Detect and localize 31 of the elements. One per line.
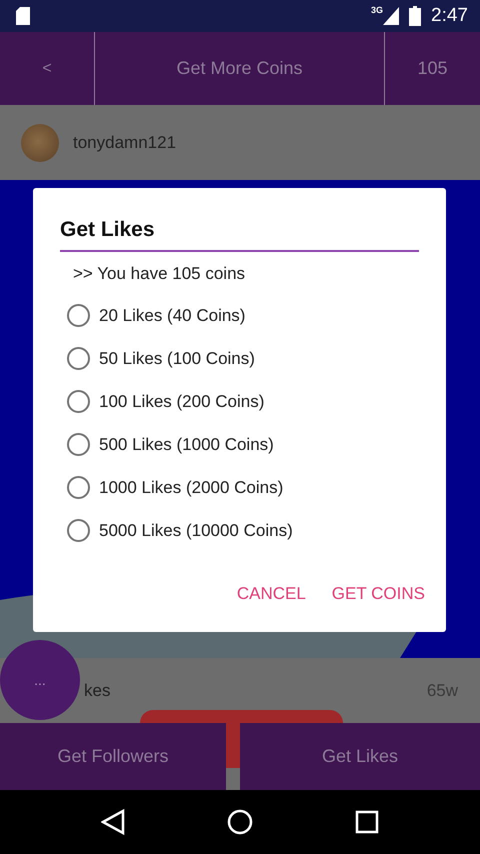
likes-option[interactable]: 20 Likes (40 Coins) [60, 294, 419, 337]
likes-option[interactable]: 5000 Likes (10000 Coins) [60, 509, 419, 552]
screen-title: Get More Coins [176, 58, 303, 79]
likes-option[interactable]: 500 Likes (1000 Coins) [60, 423, 419, 466]
sd-card-icon [16, 7, 30, 25]
back-icon[interactable] [101, 809, 125, 835]
radio-button[interactable] [67, 390, 90, 413]
radio-button[interactable] [67, 304, 90, 327]
username: tonydamn121 [73, 132, 176, 152]
radio-button[interactable] [67, 519, 90, 542]
bottom-tab[interactable]: Get Likes [240, 723, 480, 790]
radio-button[interactable] [67, 347, 90, 370]
likes-option[interactable]: 100 Likes (200 Coins) [60, 380, 419, 423]
dialog-button[interactable]: GET COINS [326, 576, 431, 612]
likes-option[interactable]: 1000 Likes (2000 Coins) [60, 466, 419, 509]
likes-count: kes [84, 680, 110, 700]
dialog-title: Get Likes [60, 218, 419, 252]
radio-button[interactable] [67, 476, 90, 499]
network-type: 3G [371, 5, 384, 15]
coin-count: 105 [417, 58, 448, 79]
clock: 2:47 [431, 5, 468, 27]
coin-balance: >> You have 105 coins [73, 264, 246, 284]
bottom-tab[interactable]: Get Followers [0, 723, 226, 790]
dialog-button[interactable]: CANCEL [230, 576, 312, 612]
likes-option[interactable]: 50 Likes (100 Coins) [60, 337, 419, 380]
battery-icon [409, 6, 422, 26]
avatar [21, 124, 59, 162]
home-icon[interactable] [227, 809, 253, 835]
signal-icon [383, 7, 400, 25]
radio-button[interactable] [67, 433, 90, 456]
recents-icon[interactable] [355, 810, 379, 834]
